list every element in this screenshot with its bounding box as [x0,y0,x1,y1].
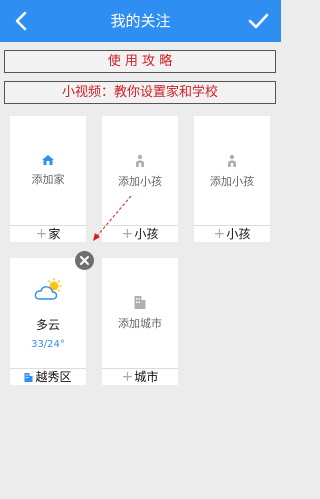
child-footer[interactable]: + 小孩 [194,225,270,242]
plus-icon: + [121,226,134,242]
child-footer-label: 小孩 [134,227,159,241]
add-home-label: 添加家 [31,173,65,186]
add-child-card[interactable]: 添加小孩 + 小孩 [102,116,178,242]
child-icon [228,154,236,167]
plus-icon: + [121,369,134,385]
child-footer[interactable]: + 小孩 [102,225,178,242]
add-child-label: 添加小孩 [210,175,254,188]
plus-icon: + [213,226,226,242]
usage-guide-button[interactable]: 使 用 攻 略 [4,50,276,73]
home-icon [42,155,54,165]
remove-city-button[interactable] [75,251,94,270]
weather-condition: 多云 [35,318,60,332]
building-icon [134,296,146,309]
header-bar: 我的关注 [0,0,281,42]
city-footer-label: 城市 [134,370,159,384]
check-icon[interactable] [243,6,273,36]
weather-card[interactable]: 多云 33/24° 越秀区 [10,258,86,385]
plus-icon: + [35,226,48,242]
video-tutorial-button[interactable]: 小视频：教你设置家和学校 [4,81,276,104]
city-footer[interactable]: + 城市 [102,368,178,385]
weather-temperature: 33/24° [31,339,65,350]
page-title: 我的关注 [110,12,171,30]
guide-arrow [93,195,132,241]
home-footer[interactable]: + 家 [10,225,86,242]
add-city-label: 添加城市 [118,317,162,330]
add-child-label: 添加小孩 [118,175,162,188]
location-label: 越秀区 [35,370,72,384]
partly-cloudy-icon [34,278,63,300]
child-footer-label: 小孩 [226,227,251,241]
building-icon [24,373,33,382]
add-city-card[interactable]: 添加城市 + 城市 [102,258,178,385]
child-icon [136,154,144,167]
add-home-card[interactable]: 添加家 + 家 [10,116,86,242]
add-child-card[interactable]: 添加小孩 + 小孩 [194,116,270,242]
home-footer-label: 家 [48,227,61,241]
close-icon [80,256,89,265]
location-footer[interactable]: 越秀区 [10,368,86,385]
